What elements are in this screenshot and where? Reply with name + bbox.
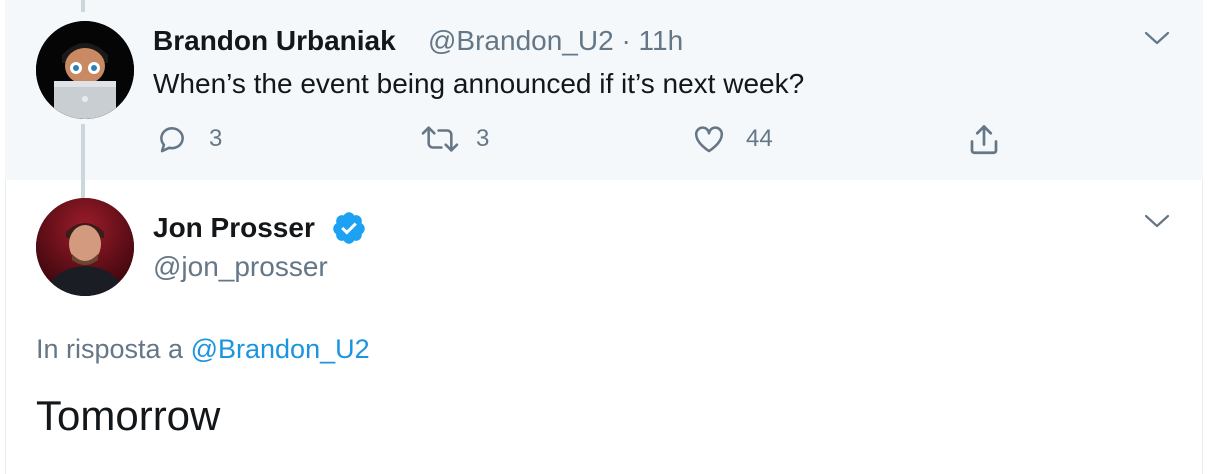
parent-author-handle[interactable]: @Brandon_U2: [428, 25, 614, 56]
avatar-brandon[interactable]: [36, 21, 134, 119]
reply-icon[interactable]: [155, 122, 189, 156]
reply-to-handle-link[interactable]: @Brandon_U2: [191, 334, 370, 364]
share-icon[interactable]: [966, 122, 1002, 158]
heart-icon[interactable]: [692, 122, 726, 156]
main-author-handle[interactable]: @jon_prosser: [153, 251, 328, 283]
reply-count: 3: [209, 125, 223, 152]
parent-author-meta[interactable]: @Brandon_U2 · 11h: [428, 25, 683, 57]
chevron-down-icon[interactable]: [1143, 211, 1171, 236]
like-count: 44: [746, 125, 773, 152]
parent-timestamp[interactable]: 11h: [639, 25, 684, 56]
share-button[interactable]: [966, 122, 1002, 158]
parent-tweet-text: When’s the event being announced if it’s…: [153, 68, 805, 99]
retweet-count: 3: [476, 125, 490, 152]
reply-prefix: In risposta a: [36, 334, 184, 364]
thread-line-connector: [81, 124, 85, 204]
retweet-icon[interactable]: [420, 122, 460, 156]
verified-badge-icon: [331, 210, 367, 251]
like-button[interactable]: 44: [692, 122, 773, 156]
retweet-button[interactable]: 3: [420, 122, 489, 156]
meta-separator: ·: [621, 25, 631, 56]
thread-line-top: [81, 0, 85, 12]
reply-button[interactable]: 3: [155, 122, 222, 156]
main-tweet-text: Tomorrow: [36, 392, 221, 439]
main-author-name[interactable]: Jon Prosser: [153, 212, 315, 244]
reply-context: In risposta a @Brandon_U2: [36, 334, 370, 365]
chevron-down-icon[interactable]: [1143, 28, 1171, 53]
parent-author-name[interactable]: Brandon Urbaniak: [153, 25, 396, 57]
avatar-jon[interactable]: [36, 198, 134, 296]
